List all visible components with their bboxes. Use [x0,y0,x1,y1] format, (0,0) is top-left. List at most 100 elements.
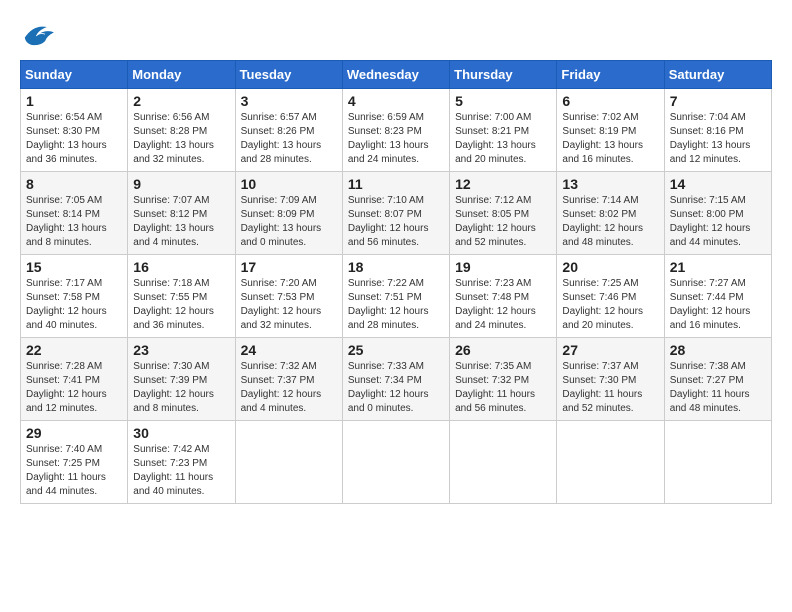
day-info: Sunrise: 6:54 AM Sunset: 8:30 PM Dayligh… [26,111,122,167]
day-number: 26 [455,342,551,358]
day-info: Sunrise: 7:18 AM Sunset: 7:55 PM Dayligh… [133,277,229,333]
calendar-cell [664,421,771,504]
calendar-cell: 14 Sunrise: 7:15 AM Sunset: 8:00 PM Dayli… [664,172,771,255]
day-info: Sunrise: 7:40 AM Sunset: 7:25 PM Dayligh… [26,443,122,499]
day-number: 13 [562,176,658,192]
day-number: 3 [241,93,337,109]
day-number: 2 [133,93,229,109]
day-info: Sunrise: 7:14 AM Sunset: 8:02 PM Dayligh… [562,194,658,250]
calendar-cell: 17 Sunrise: 7:20 AM Sunset: 7:53 PM Dayli… [235,255,342,338]
day-number: 7 [670,93,766,109]
day-info: Sunrise: 7:25 AM Sunset: 7:46 PM Dayligh… [562,277,658,333]
calendar-week-row: 22 Sunrise: 7:28 AM Sunset: 7:41 PM Dayli… [21,338,772,421]
day-number: 22 [26,342,122,358]
calendar-cell: 25 Sunrise: 7:33 AM Sunset: 7:34 PM Dayli… [342,338,449,421]
day-info: Sunrise: 7:15 AM Sunset: 8:00 PM Dayligh… [670,194,766,250]
weekday-header-sunday: Sunday [21,61,128,89]
calendar-cell: 27 Sunrise: 7:37 AM Sunset: 7:30 PM Dayli… [557,338,664,421]
calendar-cell: 26 Sunrise: 7:35 AM Sunset: 7:32 PM Dayli… [450,338,557,421]
page-header [20,20,772,50]
calendar-cell [557,421,664,504]
calendar-cell: 7Sunrise: 7:04 AM Sunset: 8:16 PM Daylig… [664,89,771,172]
calendar-cell: 16 Sunrise: 7:18 AM Sunset: 7:55 PM Dayli… [128,255,235,338]
day-info: Sunrise: 6:57 AM Sunset: 8:26 PM Dayligh… [241,111,337,167]
day-number: 19 [455,259,551,275]
calendar-cell: 1 Sunrise: 6:54 AM Sunset: 8:30 PM Daylig… [21,89,128,172]
logo-icon [20,20,56,50]
day-info: Sunrise: 7:07 AM Sunset: 8:12 PM Dayligh… [133,194,229,250]
weekday-header-monday: Monday [128,61,235,89]
calendar-cell: 5Sunrise: 7:00 AM Sunset: 8:21 PM Daylig… [450,89,557,172]
day-info: Sunrise: 7:12 AM Sunset: 8:05 PM Dayligh… [455,194,551,250]
day-number: 17 [241,259,337,275]
day-info: Sunrise: 7:32 AM Sunset: 7:37 PM Dayligh… [241,360,337,416]
weekday-header-row: SundayMondayTuesdayWednesdayThursdayFrid… [21,61,772,89]
day-info: Sunrise: 7:37 AM Sunset: 7:30 PM Dayligh… [562,360,658,416]
weekday-header-thursday: Thursday [450,61,557,89]
weekday-header-saturday: Saturday [664,61,771,89]
weekday-header-friday: Friday [557,61,664,89]
day-info: Sunrise: 7:20 AM Sunset: 7:53 PM Dayligh… [241,277,337,333]
day-number: 20 [562,259,658,275]
calendar-cell: 29Sunrise: 7:40 AM Sunset: 7:25 PM Dayli… [21,421,128,504]
day-number: 14 [670,176,766,192]
calendar-cell: 11 Sunrise: 7:10 AM Sunset: 8:07 PM Dayli… [342,172,449,255]
calendar-cell [342,421,449,504]
day-info: Sunrise: 7:42 AM Sunset: 7:23 PM Dayligh… [133,443,229,499]
day-info: Sunrise: 6:59 AM Sunset: 8:23 PM Dayligh… [348,111,444,167]
calendar-cell: 23 Sunrise: 7:30 AM Sunset: 7:39 PM Dayli… [128,338,235,421]
calendar-cell: 9Sunrise: 7:07 AM Sunset: 8:12 PM Daylig… [128,172,235,255]
day-info: Sunrise: 6:56 AM Sunset: 8:28 PM Dayligh… [133,111,229,167]
day-info: Sunrise: 7:05 AM Sunset: 8:14 PM Dayligh… [26,194,122,250]
day-info: Sunrise: 7:23 AM Sunset: 7:48 PM Dayligh… [455,277,551,333]
calendar-cell [450,421,557,504]
day-info: Sunrise: 7:22 AM Sunset: 7:51 PM Dayligh… [348,277,444,333]
day-info: Sunrise: 7:10 AM Sunset: 8:07 PM Dayligh… [348,194,444,250]
day-info: Sunrise: 7:30 AM Sunset: 7:39 PM Dayligh… [133,360,229,416]
calendar-cell: 8Sunrise: 7:05 AM Sunset: 8:14 PM Daylig… [21,172,128,255]
day-number: 4 [348,93,444,109]
day-info: Sunrise: 7:09 AM Sunset: 8:09 PM Dayligh… [241,194,337,250]
day-number: 6 [562,93,658,109]
calendar-table: SundayMondayTuesdayWednesdayThursdayFrid… [20,60,772,504]
weekday-header-wednesday: Wednesday [342,61,449,89]
calendar-cell: 28 Sunrise: 7:38 AM Sunset: 7:27 PM Dayli… [664,338,771,421]
day-info: Sunrise: 7:02 AM Sunset: 8:19 PM Dayligh… [562,111,658,167]
calendar-week-row: 8Sunrise: 7:05 AM Sunset: 8:14 PM Daylig… [21,172,772,255]
day-info: Sunrise: 7:27 AM Sunset: 7:44 PM Dayligh… [670,277,766,333]
calendar-cell: 20 Sunrise: 7:25 AM Sunset: 7:46 PM Dayli… [557,255,664,338]
calendar-cell: 13 Sunrise: 7:14 AM Sunset: 8:02 PM Dayli… [557,172,664,255]
calendar-cell: 19 Sunrise: 7:23 AM Sunset: 7:48 PM Dayli… [450,255,557,338]
day-number: 16 [133,259,229,275]
day-number: 1 [26,93,122,109]
calendar-cell: 22 Sunrise: 7:28 AM Sunset: 7:41 PM Dayli… [21,338,128,421]
day-number: 10 [241,176,337,192]
day-number: 23 [133,342,229,358]
calendar-cell [235,421,342,504]
day-number: 12 [455,176,551,192]
calendar-cell: 18Sunrise: 7:22 AM Sunset: 7:51 PM Dayli… [342,255,449,338]
calendar-cell: 21 Sunrise: 7:27 AM Sunset: 7:44 PM Dayli… [664,255,771,338]
calendar-week-row: 15Sunrise: 7:17 AM Sunset: 7:58 PM Dayli… [21,255,772,338]
calendar-cell: 2 Sunrise: 6:56 AM Sunset: 8:28 PM Daylig… [128,89,235,172]
calendar-cell: 6 Sunrise: 7:02 AM Sunset: 8:19 PM Daylig… [557,89,664,172]
day-number: 30 [133,425,229,441]
day-info: Sunrise: 7:28 AM Sunset: 7:41 PM Dayligh… [26,360,122,416]
day-number: 11 [348,176,444,192]
calendar-week-row: 29Sunrise: 7:40 AM Sunset: 7:25 PM Dayli… [21,421,772,504]
day-number: 5 [455,93,551,109]
day-number: 21 [670,259,766,275]
day-number: 28 [670,342,766,358]
weekday-header-tuesday: Tuesday [235,61,342,89]
day-number: 25 [348,342,444,358]
logo [20,20,62,50]
day-info: Sunrise: 7:38 AM Sunset: 7:27 PM Dayligh… [670,360,766,416]
calendar-cell: 12 Sunrise: 7:12 AM Sunset: 8:05 PM Dayli… [450,172,557,255]
day-info: Sunrise: 7:33 AM Sunset: 7:34 PM Dayligh… [348,360,444,416]
day-number: 27 [562,342,658,358]
day-number: 24 [241,342,337,358]
calendar-cell: 10 Sunrise: 7:09 AM Sunset: 8:09 PM Dayli… [235,172,342,255]
calendar-cell: 24 Sunrise: 7:32 AM Sunset: 7:37 PM Dayli… [235,338,342,421]
calendar-week-row: 1 Sunrise: 6:54 AM Sunset: 8:30 PM Daylig… [21,89,772,172]
day-info: Sunrise: 7:35 AM Sunset: 7:32 PM Dayligh… [455,360,551,416]
